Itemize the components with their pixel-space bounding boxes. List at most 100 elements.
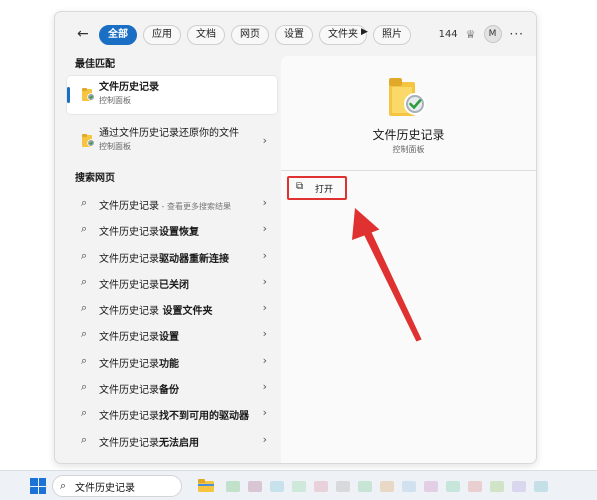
taskbar-app-icon[interactable] — [490, 481, 504, 492]
web-result-bold: 备份 — [159, 385, 179, 397]
chevron-right-icon[interactable]: › — [263, 134, 267, 147]
web-result-item[interactable]: ⌕ 文件历史记录 - 查看更多搜索结果 › — [67, 190, 277, 216]
taskbar-app-icon[interactable] — [380, 481, 394, 492]
windows-start-icon[interactable] — [30, 478, 46, 494]
preview-title: 文件历史记录 — [372, 128, 445, 142]
chevron-right-icon[interactable]: › — [263, 249, 267, 262]
taskbar-app-icon[interactable] — [402, 481, 416, 492]
web-result-text: 文件历史记录 — [99, 332, 159, 344]
search-icon: ⌕ — [81, 353, 88, 367]
search-icon: ⌕ — [81, 248, 88, 262]
chip-web[interactable]: 网页 — [231, 25, 269, 45]
chevron-right-icon[interactable]: › — [263, 301, 267, 314]
web-result-bold: 设置文件夹 — [159, 306, 213, 318]
open-button[interactable]: ⧉ 打开 — [287, 176, 347, 200]
web-result-item[interactable]: ⌕ 文件历史记录备份 › — [67, 374, 277, 400]
best-match-item[interactable]: 文件历史记录 控制面板 — [67, 76, 277, 114]
web-result-bold: 找不到可用的驱动器 — [159, 411, 249, 423]
taskbar: ⌕ — [0, 470, 597, 500]
taskbar-search-input[interactable] — [75, 479, 175, 494]
file-history-icon — [82, 88, 95, 101]
web-results: ⌕ 文件历史记录 - 查看更多搜索结果 › ⌕ 文件历史记录设置恢复 › ⌕ 文… — [67, 190, 277, 453]
web-result-item[interactable]: ⌕ 文件历史记录设置恢复 › — [67, 216, 277, 242]
chevron-right-icon[interactable]: › — [263, 354, 267, 367]
taskbar-app-icon[interactable] — [534, 481, 548, 492]
restore-files-title: 通过文件历史记录还原你的文件 — [99, 128, 239, 139]
chip-photos[interactable]: 照片 — [373, 25, 411, 45]
web-result-bold: 功能 — [159, 358, 179, 370]
play-more-filters-icon[interactable]: ▶ — [361, 27, 368, 37]
taskbar-search-box[interactable]: ⌕ — [52, 475, 182, 497]
web-result-text: 文件历史记录 — [99, 437, 159, 449]
web-result-item[interactable]: ⌕ 文件历史记录无法启用 › — [67, 427, 277, 453]
taskbar-app-icon[interactable] — [314, 481, 328, 492]
chevron-right-icon[interactable]: › — [263, 196, 267, 209]
search-icon: ⌕ — [81, 222, 88, 236]
web-result-bold: 已关闭 — [159, 279, 189, 291]
taskbar-app-icon[interactable] — [270, 481, 284, 492]
best-match-heading: 最佳匹配 — [75, 59, 115, 70]
web-result-text: 文件历史记录 — [99, 306, 159, 318]
web-result-text: 文件历史记录 — [99, 201, 159, 212]
web-result-bold: 设置 — [159, 332, 179, 344]
restore-files-subtitle: 控制面板 — [99, 142, 131, 151]
avatar[interactable]: M — [483, 25, 502, 43]
taskbar-app-icon[interactable] — [336, 481, 350, 492]
chip-settings[interactable]: 设置 — [275, 25, 313, 45]
results-list: 最佳匹配 文件历史记录 控制面板 通过文件历史记录还原你的文件 控制面板 › 搜… — [67, 56, 277, 453]
web-result-item[interactable]: ⌕ 文件历史记录已关闭 › — [67, 269, 277, 295]
file-explorer-icon[interactable] — [198, 479, 214, 492]
restore-files-item[interactable]: 通过文件历史记录还原你的文件 控制面板 › — [67, 122, 277, 160]
search-icon: ⌕ — [81, 406, 88, 420]
web-result-item[interactable]: ⌕ 文件历史记录驱动器重新连接 › — [67, 243, 277, 269]
web-result-item[interactable]: ⌕ 文件历史记录设置 › — [67, 321, 277, 347]
web-result-text: 文件历史记录 — [99, 279, 159, 291]
chevron-right-icon[interactable]: › — [263, 433, 267, 446]
web-result-item[interactable]: ⌕ 文件历史记录功能 › — [67, 348, 277, 374]
web-result-bold: 无法启用 — [159, 437, 199, 449]
taskbar-app-icon[interactable] — [424, 481, 438, 492]
web-result-item[interactable]: ⌕ 文件历史记录 设置文件夹 › — [67, 295, 277, 321]
taskbar-app-icon[interactable] — [468, 481, 482, 492]
preview-subtitle: 控制面板 — [392, 145, 425, 154]
web-result-bold: 设置恢复 — [159, 227, 199, 239]
chevron-right-icon[interactable]: › — [263, 275, 267, 288]
web-result-item[interactable]: ⌕ 文件历史记录找不到可用的驱动器 › — [67, 400, 277, 426]
web-result-text: 文件历史记录 — [99, 253, 159, 265]
more-options-icon[interactable]: ··· — [510, 27, 524, 41]
taskbar-app-icons — [226, 481, 548, 492]
chip-apps[interactable]: 应用 — [143, 25, 181, 45]
search-icon: ⌕ — [81, 432, 88, 446]
search-icon: ⌕ — [81, 274, 88, 288]
taskbar-app-icon[interactable] — [292, 481, 306, 492]
chip-all[interactable]: 全部 — [99, 25, 137, 45]
chip-folders[interactable]: 文件夹 — [319, 25, 367, 45]
chevron-right-icon[interactable]: › — [263, 222, 267, 235]
rewards-points[interactable]: 144 — [439, 29, 458, 40]
search-panel: ← 全部 应用 文档 网页 设置 文件夹 照片 ▶ 144 ♕ M ··· 最佳… — [54, 11, 537, 464]
account-tools: 144 ♕ M ··· — [439, 25, 524, 43]
file-history-icon — [389, 78, 426, 116]
taskbar-app-icon[interactable] — [446, 481, 460, 492]
chip-documents[interactable]: 文档 — [187, 25, 225, 45]
taskbar-app-icon[interactable] — [226, 481, 240, 492]
web-result-text: 文件历史记录 — [99, 411, 159, 423]
back-arrow-icon[interactable]: ← — [77, 25, 89, 43]
selection-accent — [67, 87, 70, 103]
web-result-text: 文件历史记录 — [99, 227, 159, 239]
search-icon: ⌕ — [60, 479, 67, 492]
web-result-text: 文件历史记录 — [99, 358, 159, 370]
taskbar-app-icon[interactable] — [248, 481, 262, 492]
chevron-right-icon[interactable]: › — [263, 327, 267, 340]
search-icon: ⌕ — [81, 196, 88, 209]
taskbar-app-icon[interactable] — [512, 481, 526, 492]
open-button-label: 打开 — [315, 185, 334, 195]
chevron-right-icon[interactable]: › — [263, 406, 267, 419]
best-match-title: 文件历史记录 — [99, 82, 159, 93]
trophy-icon[interactable]: ♕ — [466, 28, 476, 41]
divider — [281, 170, 536, 171]
chevron-right-icon[interactable]: › — [263, 380, 267, 393]
filter-bar: ← 全部 应用 文档 网页 设置 文件夹 照片 ▶ 144 ♕ M ··· — [55, 12, 536, 56]
open-external-icon: ⧉ — [296, 181, 304, 192]
taskbar-app-icon[interactable] — [358, 481, 372, 492]
